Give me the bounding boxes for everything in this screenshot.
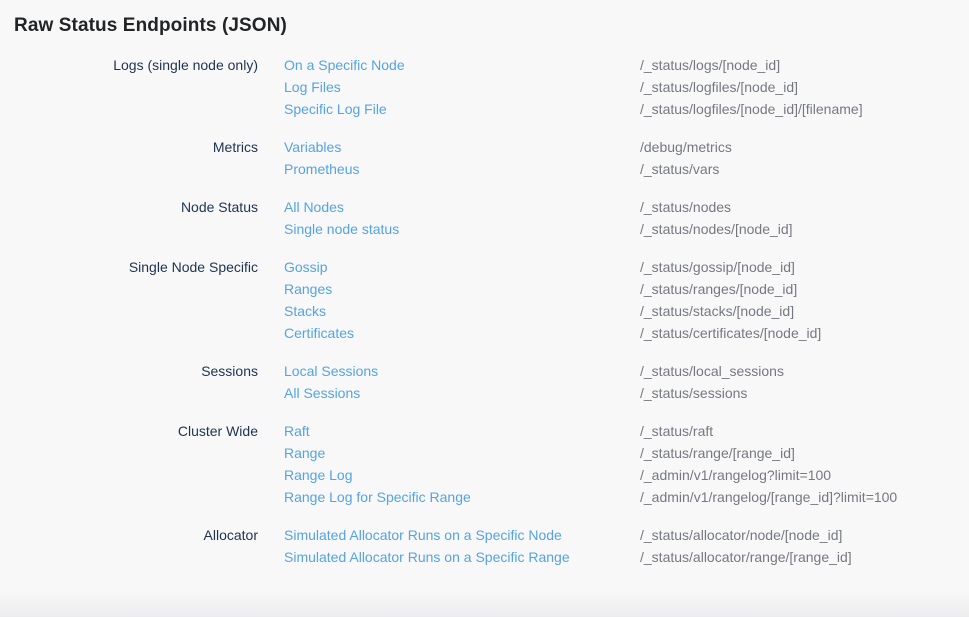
endpoint-link-cell: Range Log bbox=[258, 464, 640, 486]
endpoint-section: Cluster Wide Raft /_status/raft Range /_stat… bbox=[0, 420, 969, 508]
category-label: Cluster Wide bbox=[0, 420, 258, 442]
endpoint-path: /_status/ranges/[node_id] bbox=[640, 278, 969, 300]
endpoint-link-cell: Variables bbox=[258, 136, 640, 158]
endpoint-row: Node Status All Nodes /_status/nodes bbox=[0, 196, 969, 218]
endpoint-table: Logs (single node only) On a Specific Nod… bbox=[0, 54, 969, 568]
category-label: Allocator bbox=[0, 524, 258, 546]
endpoint-path: /debug/metrics bbox=[640, 136, 969, 158]
endpoint-row: Metrics Variables/debug/metrics bbox=[0, 136, 969, 158]
endpoint-link-cell: Range bbox=[258, 442, 640, 464]
endpoint-row: Logs (single node only) On a Specific Nod… bbox=[0, 54, 969, 76]
endpoint-path: /_status/certificates/[node_id] bbox=[640, 322, 969, 344]
endpoint-link-cell: Range Log for Specific Range bbox=[258, 486, 640, 508]
endpoint-link[interactable]: Raft bbox=[284, 423, 310, 439]
endpoint-path: /_status/sessions bbox=[640, 382, 969, 404]
endpoint-row: Allocator Simulated Allocator Runs on a S… bbox=[0, 524, 969, 546]
endpoint-row: All Sessions /_status/sessions bbox=[0, 382, 969, 404]
endpoint-link-cell: Ranges bbox=[258, 278, 640, 300]
endpoint-row: Simulated Allocator Runs on a Specific R… bbox=[0, 546, 969, 568]
endpoint-section: Logs (single node only) On a Specific Nod… bbox=[0, 54, 969, 120]
endpoint-link-cell: All Nodes bbox=[258, 196, 640, 218]
endpoint-link-cell: Local Sessions bbox=[258, 360, 640, 382]
endpoint-link-cell: Gossip bbox=[258, 256, 640, 278]
endpoint-row: Single node status /_status/nodes/[node_i… bbox=[0, 218, 969, 240]
endpoint-path: /_status/range/[range_id] bbox=[640, 442, 969, 464]
endpoint-link[interactable]: All Sessions bbox=[284, 385, 360, 401]
endpoint-row: Stacks /_status/stacks/[node_id] bbox=[0, 300, 969, 322]
endpoint-link[interactable]: Certificates bbox=[284, 325, 354, 341]
endpoint-path: /_status/allocator/range/[range_id] bbox=[640, 546, 969, 568]
endpoint-path: /_status/logfiles/[node_id]/[filename] bbox=[640, 98, 969, 120]
endpoint-path: /_status/vars bbox=[640, 158, 969, 180]
endpoint-section: Sessions Local Sessions /_status/local_ses… bbox=[0, 360, 969, 404]
category-label: Metrics bbox=[0, 136, 258, 158]
endpoint-row: Prometheus /_status/vars bbox=[0, 158, 969, 180]
category-label: Sessions bbox=[0, 360, 258, 382]
endpoint-link-cell: Specific Log File bbox=[258, 98, 640, 120]
endpoint-link[interactable]: Log Files bbox=[284, 79, 341, 95]
endpoint-link[interactable]: Range Log bbox=[284, 467, 353, 483]
category-label: Node Status bbox=[0, 196, 258, 218]
endpoint-link[interactable]: Single node status bbox=[284, 221, 399, 237]
endpoint-link-cell: Log Files bbox=[258, 76, 640, 98]
endpoint-path: /_status/allocator/node/[node_id] bbox=[640, 524, 969, 546]
endpoint-path: /_admin/v1/rangelog?limit=100 bbox=[640, 464, 969, 486]
endpoint-path: /_status/stacks/[node_id] bbox=[640, 300, 969, 322]
category-label: Single Node Specific bbox=[0, 256, 258, 278]
endpoint-row: Single Node Specific Gossip /_status/gossi… bbox=[0, 256, 969, 278]
endpoint-section: Single Node Specific Gossip /_status/gossi… bbox=[0, 256, 969, 344]
endpoint-link[interactable]: Simulated Allocator Runs on a Specific N… bbox=[284, 527, 562, 543]
endpoint-row: Sessions Local Sessions /_status/local_ses… bbox=[0, 360, 969, 382]
endpoint-link-cell: Simulated Allocator Runs on a Specific R… bbox=[258, 546, 640, 568]
endpoint-link[interactable]: On a Specific Node bbox=[284, 57, 405, 73]
endpoint-link[interactable]: Stacks bbox=[284, 303, 326, 319]
page-title: Raw Status Endpoints (JSON) bbox=[14, 14, 969, 38]
endpoint-section: MetricsVariables/debug/metricsPrometheus… bbox=[0, 136, 969, 180]
endpoint-link-cell: Stacks bbox=[258, 300, 640, 322]
endpoint-link[interactable]: Range Log for Specific Range bbox=[284, 489, 471, 505]
endpoint-link-cell: Simulated Allocator Runs on a Specific N… bbox=[258, 524, 640, 546]
endpoint-link[interactable]: Prometheus bbox=[284, 161, 359, 177]
endpoint-link-cell: Prometheus bbox=[258, 158, 640, 180]
endpoint-link-cell: On a Specific Node bbox=[258, 54, 640, 76]
endpoint-row: Specific Log File /_status/logfiles/[node… bbox=[0, 98, 969, 120]
endpoint-row: Certificates /_status/certificates/[node_… bbox=[0, 322, 969, 344]
bottom-shade bbox=[0, 591, 969, 617]
endpoint-path: /_status/logfiles/[node_id] bbox=[640, 76, 969, 98]
endpoint-path: /_status/gossip/[node_id] bbox=[640, 256, 969, 278]
endpoint-path: /_status/nodes bbox=[640, 196, 969, 218]
endpoint-path: /_status/raft bbox=[640, 420, 969, 442]
endpoint-row: Cluster Wide Raft /_status/raft bbox=[0, 420, 969, 442]
endpoint-link-cell: Single node status bbox=[258, 218, 640, 240]
endpoint-link[interactable]: Gossip bbox=[284, 259, 328, 275]
endpoint-link[interactable]: Range bbox=[284, 445, 325, 461]
endpoint-link[interactable]: Local Sessions bbox=[284, 363, 378, 379]
endpoint-link[interactable]: Ranges bbox=[284, 281, 332, 297]
endpoint-link[interactable]: Variables bbox=[284, 139, 341, 155]
endpoint-row: Range /_status/range/[range_id] bbox=[0, 442, 969, 464]
endpoint-link-cell: All Sessions bbox=[258, 382, 640, 404]
endpoint-section: Node StatusAll Nodes/_status/nodesSingle… bbox=[0, 196, 969, 240]
endpoint-section: Allocator Simulated Allocator Runs on a S… bbox=[0, 524, 969, 568]
endpoint-row: Range Log for Specific Range /_admin/v1/r… bbox=[0, 486, 969, 508]
endpoint-row: Log Files /_status/logfiles/[node_id] bbox=[0, 76, 969, 98]
endpoint-path: /_admin/v1/rangelog/[range_id]?limit=100 bbox=[640, 486, 969, 508]
endpoint-link-cell: Raft bbox=[258, 420, 640, 442]
endpoint-row: Range Log /_admin/v1/rangelog?limit=100 bbox=[0, 464, 969, 486]
endpoint-link[interactable]: Simulated Allocator Runs on a Specific R… bbox=[284, 549, 570, 565]
endpoint-link-cell: Certificates bbox=[258, 322, 640, 344]
category-label: Logs (single node only) bbox=[0, 54, 258, 76]
raw-status-endpoints-page: Raw Status Endpoints (JSON) Logs (single… bbox=[0, 14, 969, 617]
endpoint-path: /_status/logs/[node_id] bbox=[640, 54, 969, 76]
endpoint-link[interactable]: Specific Log File bbox=[284, 101, 387, 117]
endpoint-path: /_status/local_sessions bbox=[640, 360, 969, 382]
endpoint-path: /_status/nodes/[node_id] bbox=[640, 218, 969, 240]
endpoint-row: Ranges /_status/ranges/[node_id] bbox=[0, 278, 969, 300]
endpoint-link[interactable]: All Nodes bbox=[284, 199, 344, 215]
